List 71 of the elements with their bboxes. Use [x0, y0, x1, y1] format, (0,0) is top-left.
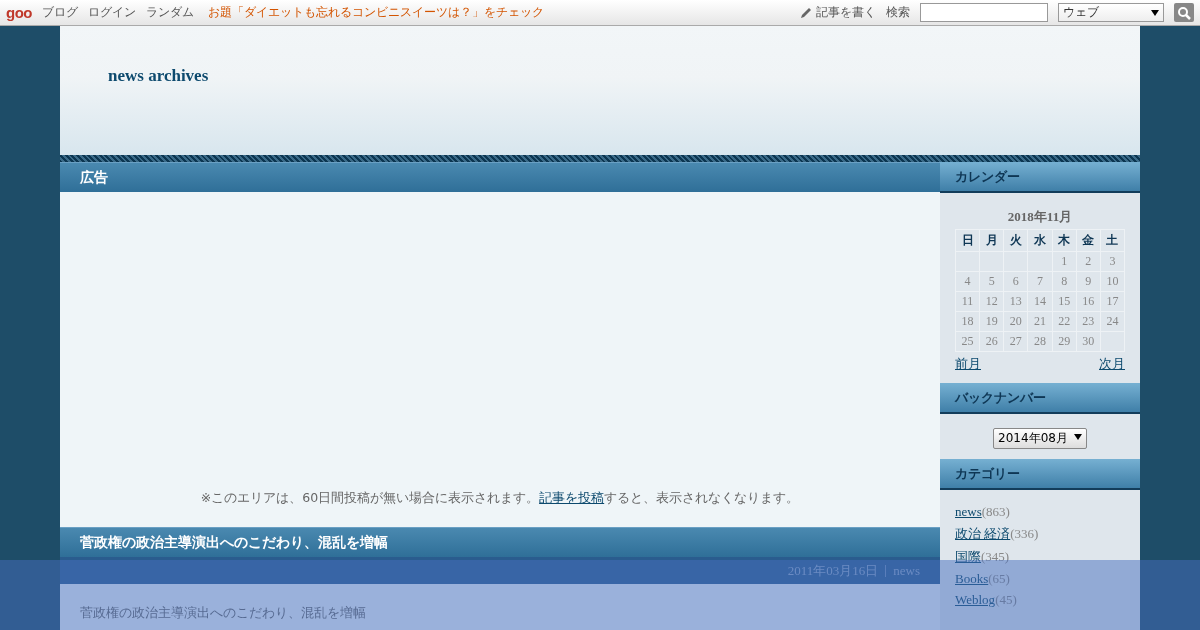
calendar-day: 15	[1052, 291, 1077, 312]
category-count: (65)	[988, 571, 1010, 586]
calendar-day: 28	[1027, 331, 1053, 352]
weekday-header: 木	[1052, 229, 1077, 252]
category-count: (45)	[995, 592, 1017, 607]
calendar-month: 2018年11月	[1006, 208, 1074, 226]
weekday-header: 月	[979, 229, 1004, 252]
weekday-header: 水	[1027, 229, 1053, 252]
category-count: (863)	[981, 504, 1010, 519]
category-link[interactable]: news	[955, 504, 982, 519]
nav-link[interactable]: ログイン	[88, 4, 136, 21]
calendar-day: 7	[1027, 271, 1053, 292]
calendar-day: 26	[979, 331, 1004, 352]
nav-link[interactable]: ランダム	[146, 4, 194, 21]
archive-dropdown[interactable]: 2014年08月	[993, 428, 1087, 449]
calendar-day: 8	[1052, 271, 1077, 292]
topic-link[interactable]: お題「ダイエットも忘れるコンビニスイーツは？」をチェック	[208, 4, 544, 21]
search-field[interactable]	[920, 3, 1048, 22]
calendar-day: 13	[1003, 291, 1028, 312]
calendar-day: 12	[979, 291, 1004, 312]
calendar-day: 16	[1076, 291, 1101, 312]
calendar-day: 10	[1100, 271, 1125, 292]
search-icon	[1177, 5, 1191, 20]
write-link[interactable]: 記事を書く	[816, 4, 876, 21]
search-button[interactable]	[1174, 3, 1194, 22]
calendar-day: 17	[1100, 291, 1125, 312]
calendar-day: 18	[955, 311, 980, 332]
ad-heading: 広告	[60, 162, 940, 192]
entry-body: 菅政権の政治主導演出へのこだわり、混乱を増幅	[80, 605, 366, 620]
weekday-header: 金	[1076, 229, 1101, 252]
nav-link[interactable]: ブログ	[42, 4, 78, 21]
calendar-day: 2	[1076, 251, 1101, 272]
scope-dropdown[interactable]: ウェブ	[1058, 3, 1164, 22]
calendar-day: 25	[955, 331, 980, 352]
prev-month-link[interactable]: 前月	[955, 355, 981, 373]
calendar-day: 19	[979, 311, 1004, 332]
calendar-day: 24	[1100, 311, 1125, 332]
ad-notice: ※このエリアは、60日間投稿が無い場合に表示されます。記事を投稿すると、表示されなくなります。	[200, 490, 800, 507]
blog-title[interactable]: news archives	[108, 65, 209, 86]
search-label: 検索	[886, 4, 910, 21]
category-heading: カテゴリー	[940, 459, 1140, 490]
dropdown-caret-icon	[1073, 434, 1082, 440]
calendar-day: 27	[1003, 331, 1028, 352]
calendar-day: 14	[1027, 291, 1053, 312]
post-link[interactable]: 記事を投稿	[539, 490, 605, 505]
pencil-icon	[799, 5, 813, 20]
category-link[interactable]: 国際	[955, 549, 981, 564]
calendar-day: 6	[1003, 271, 1028, 292]
calendar-day: 21	[1027, 311, 1053, 332]
calendar-day: 11	[955, 291, 980, 312]
category-count: (336)	[1010, 526, 1039, 541]
next-month-link[interactable]: 次月	[1099, 355, 1125, 373]
entry-title[interactable]: 菅政権の政治主導演出へのこだわり、混乱を増幅	[60, 527, 940, 557]
calendar-day: 3	[1100, 251, 1125, 272]
calendar-day: 1	[1052, 251, 1077, 272]
calendar-day: 9	[1076, 271, 1101, 292]
calendar-day: 4	[955, 271, 980, 292]
backnumber-heading: バックナンバー	[940, 383, 1140, 414]
calendar-heading: カレンダー	[940, 162, 1140, 193]
calendar-day: 30	[1076, 331, 1101, 352]
category-link[interactable]: 政治 経済	[955, 526, 1011, 541]
weekday-header: 日	[955, 229, 980, 252]
calendar-day: 29	[1052, 331, 1077, 352]
calendar-day: 20	[1003, 311, 1028, 332]
dropdown-caret-icon	[1151, 9, 1159, 16]
weekday-header: 火	[1003, 229, 1028, 252]
logo[interactable]: goo	[6, 4, 32, 21]
calendar-day: 5	[979, 271, 1004, 292]
calendar-day: 22	[1052, 311, 1077, 332]
weekday-header: 土	[1100, 229, 1125, 252]
calendar-day: 23	[1076, 311, 1101, 332]
